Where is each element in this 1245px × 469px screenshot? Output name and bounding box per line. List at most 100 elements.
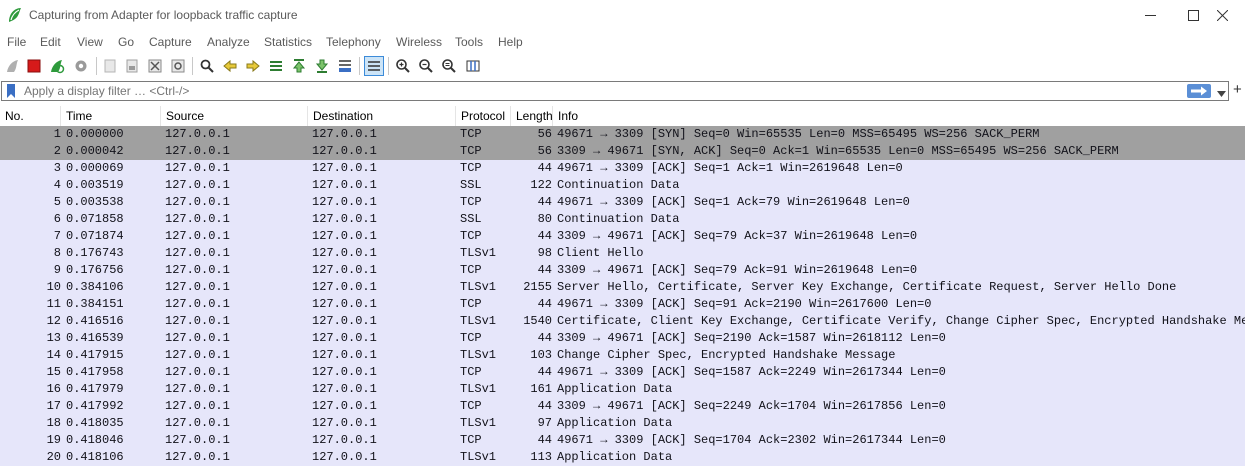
column-source[interactable]: Source	[161, 106, 308, 126]
packet-number: 9	[53, 263, 61, 277]
menu-view[interactable]: View	[77, 35, 103, 49]
column-destination[interactable]: Destination	[308, 106, 456, 126]
column-time[interactable]: Time	[61, 106, 161, 126]
close-file-icon	[148, 59, 162, 73]
auto-scroll-button[interactable]	[335, 56, 355, 76]
go-forward-button[interactable]	[243, 56, 263, 76]
start-capture-button[interactable]	[3, 56, 23, 76]
packet-time: 0.417958	[66, 365, 124, 379]
packet-list-header: No. Time Source Destination Protocol Len…	[0, 106, 1245, 127]
packet-time: 0.384106	[66, 280, 124, 294]
minimize-button[interactable]	[1127, 0, 1173, 30]
menu-telephony[interactable]: Telephony	[326, 35, 381, 49]
menu-capture[interactable]: Capture	[149, 35, 192, 49]
packet-info: 49671 → 3309 [ACK] Seq=1704 Ack=2302 Win…	[557, 433, 946, 447]
column-length[interactable]: Length	[511, 106, 553, 126]
packet-destination: 127.0.0.1	[312, 331, 377, 345]
menu-file[interactable]: File	[7, 35, 26, 49]
packet-row[interactable]: 10 0.384106 127.0.0.1 127.0.0.1 TLSv1 2155 Ser…	[0, 279, 1245, 296]
column-protocol[interactable]: Protocol	[456, 106, 511, 126]
packet-row[interactable]: 3 0.000069 127.0.0.1 127.0.0.1 TCP 44 49671 → …	[0, 160, 1245, 177]
go-to-packet-button[interactable]	[266, 56, 286, 76]
packet-row[interactable]: 8 0.176743 127.0.0.1 127.0.0.1 TLSv1 98 Client…	[0, 245, 1245, 262]
packet-source: 127.0.0.1	[165, 127, 230, 141]
packet-info: 49671 → 3309 [ACK] Seq=91 Ack=2190 Win=2…	[557, 297, 932, 311]
close-button[interactable]	[1199, 0, 1245, 30]
go-first-packet-button[interactable]	[289, 56, 309, 76]
packet-row[interactable]: 7 0.071874 127.0.0.1 127.0.0.1 TCP 44 3309 → 4…	[0, 228, 1245, 245]
arrow-down-icon	[315, 59, 329, 73]
save-file-button[interactable]	[122, 56, 142, 76]
stop-capture-button[interactable]	[24, 56, 44, 76]
packet-row[interactable]: 13 0.416539 127.0.0.1 127.0.0.1 TCP 44 3309 → …	[0, 330, 1245, 347]
packet-row[interactable]: 14 0.417915 127.0.0.1 127.0.0.1 TLSv1 103 Chan…	[0, 347, 1245, 364]
apply-filter-button[interactable]	[1187, 84, 1211, 98]
packet-row[interactable]: 15 0.417958 127.0.0.1 127.0.0.1 TCP 44 49671 →…	[0, 364, 1245, 381]
find-packet-button[interactable]	[197, 56, 217, 76]
menu-go[interactable]: Go	[118, 35, 134, 49]
add-filter-button[interactable]: +	[1233, 81, 1242, 99]
close-file-button[interactable]	[145, 56, 165, 76]
packet-time: 0.071874	[66, 229, 124, 243]
packet-row[interactable]: 18 0.418035 127.0.0.1 127.0.0.1 TLSv1 97 Appli…	[0, 415, 1245, 432]
packet-row[interactable]: 16 0.417979 127.0.0.1 127.0.0.1 TLSv1 161 Appl…	[0, 381, 1245, 398]
packet-row[interactable]: 19 0.418046 127.0.0.1 127.0.0.1 TCP 44 49671 →…	[0, 432, 1245, 449]
normal-size-button[interactable]	[439, 56, 459, 76]
packet-time: 0.176756	[66, 263, 124, 277]
packet-row[interactable]: 6 0.071858 127.0.0.1 127.0.0.1 SSL 80 Continua…	[0, 211, 1245, 228]
menu-edit[interactable]: Edit	[40, 35, 61, 49]
packet-row[interactable]: 12 0.416516 127.0.0.1 127.0.0.1 TLSv1 1540 Cer…	[0, 313, 1245, 330]
packet-destination: 127.0.0.1	[312, 280, 377, 294]
packet-row[interactable]: 17 0.417992 127.0.0.1 127.0.0.1 TCP 44 3309 → …	[0, 398, 1245, 415]
zoom-out-button[interactable]	[416, 56, 436, 76]
packet-source: 127.0.0.1	[165, 178, 230, 192]
packet-info: 3309 → 49671 [ACK] Seq=79 Ack=91 Win=261…	[557, 263, 918, 277]
menu-analyze[interactable]: Analyze	[207, 35, 250, 49]
packet-destination: 127.0.0.1	[312, 229, 377, 243]
resize-columns-button[interactable]	[463, 56, 483, 76]
column-no[interactable]: No.	[0, 106, 61, 126]
display-filter-bar: +	[0, 80, 1245, 102]
zoom-in-button[interactable]	[393, 56, 413, 76]
packet-length: 80	[537, 212, 552, 226]
column-info[interactable]: Info	[553, 106, 1245, 126]
display-filter-input[interactable]	[22, 82, 1181, 100]
search-icon	[200, 59, 214, 73]
shark-fin-icon	[7, 60, 18, 72]
packet-row[interactable]: 20 0.418106 127.0.0.1 127.0.0.1 TLSv1 113 Appl…	[0, 449, 1245, 466]
colorize-button[interactable]	[364, 56, 384, 76]
go-back-button[interactable]	[220, 56, 240, 76]
packet-time: 0.416516	[66, 314, 124, 328]
packet-number: 4	[53, 178, 61, 192]
packet-destination: 127.0.0.1	[312, 314, 377, 328]
packet-row[interactable]: 1 0.000000 127.0.0.1 127.0.0.1 TCP 56 49671 → …	[0, 126, 1245, 143]
menu-tools[interactable]: Tools	[455, 35, 483, 49]
packet-source: 127.0.0.1	[165, 280, 230, 294]
packet-info: 49671 → 3309 [SYN] Seq=0 Win=65535 Len=0…	[557, 127, 1040, 141]
packet-number: 11	[46, 297, 61, 311]
bookmark-icon[interactable]	[4, 83, 18, 99]
packet-row[interactable]: 11 0.384151 127.0.0.1 127.0.0.1 TCP 44 49671 →…	[0, 296, 1245, 313]
menu-help[interactable]: Help	[498, 35, 523, 49]
packet-number: 8	[53, 246, 61, 260]
filter-history-dropdown[interactable]	[1217, 86, 1226, 100]
packet-row[interactable]: 9 0.176756 127.0.0.1 127.0.0.1 TCP 44 3309 → 4…	[0, 262, 1245, 279]
menu-wireless[interactable]: Wireless	[396, 35, 442, 49]
packet-row[interactable]: 5 0.003538 127.0.0.1 127.0.0.1 TCP 44 49671 → …	[0, 194, 1245, 211]
packet-row[interactable]: 2 0.000042 127.0.0.1 127.0.0.1 TCP 56 3309 → 4…	[0, 143, 1245, 160]
packet-info: Application Data	[557, 450, 673, 464]
menu-statistics[interactable]: Statistics	[264, 35, 312, 49]
packet-destination: 127.0.0.1	[312, 433, 377, 447]
packet-time: 0.071858	[66, 212, 124, 226]
packet-row[interactable]: 4 0.003519 127.0.0.1 127.0.0.1 SSL 122 Continu…	[0, 177, 1245, 194]
packet-info: Change Cipher Spec, Encrypted Handshake …	[557, 348, 896, 362]
capture-options-button[interactable]	[71, 56, 91, 76]
packet-destination: 127.0.0.1	[312, 365, 377, 379]
packet-info: 3309 → 49671 [SYN, ACK] Seq=0 Ack=1 Win=…	[557, 144, 1119, 158]
open-file-button[interactable]	[100, 56, 120, 76]
zoom-in-icon	[396, 59, 410, 73]
packet-number: 3	[53, 161, 61, 175]
restart-capture-button[interactable]	[47, 56, 67, 76]
go-last-packet-button[interactable]	[312, 56, 332, 76]
reload-file-button[interactable]	[168, 56, 188, 76]
